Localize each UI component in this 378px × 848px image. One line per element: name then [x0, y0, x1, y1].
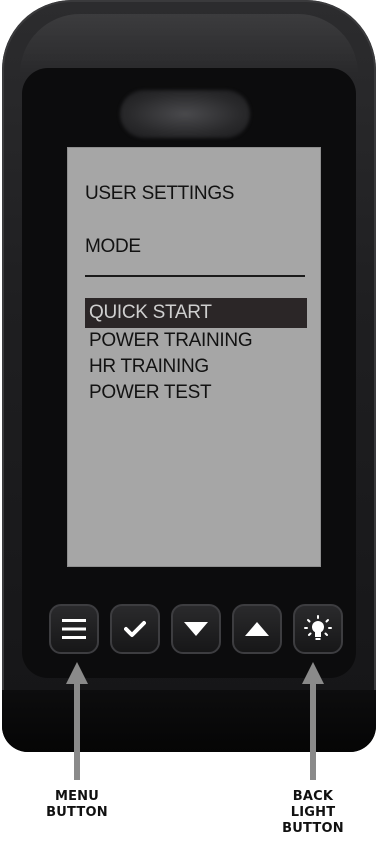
backlight-button-callout: BACK LIGHT BUTTON [276, 789, 350, 837]
mode-menu-list: QUICK START POWER TRAINING HR TRAINING P… [85, 298, 307, 406]
menu-item-power-test[interactable]: POWER TEST [85, 380, 307, 406]
triangle-up-icon [244, 621, 270, 637]
menu-button-callout: MENU BUTTON [40, 789, 114, 821]
menu-callout-line2: BUTTON [46, 805, 108, 820]
screen-divider [85, 275, 305, 277]
checkmark-icon [124, 620, 146, 638]
backlight-callout-line1: BACK [292, 789, 334, 804]
light-sensor [120, 90, 250, 138]
menu-item-power-training[interactable]: POWER TRAINING [85, 328, 307, 354]
down-button[interactable] [171, 604, 221, 654]
menu-callout-line1: MENU [54, 789, 100, 804]
screen-title: USER SETTINGS [85, 183, 235, 204]
triangle-down-icon [183, 621, 209, 637]
backlight-callout-line2: LIGHT [290, 805, 336, 820]
backlight-button[interactable] [293, 604, 343, 654]
device-top-highlight [20, 14, 358, 74]
confirm-button[interactable] [110, 604, 160, 654]
backlight-callout-arrow [302, 662, 324, 780]
menu-item-hr-training[interactable]: HR TRAINING [85, 354, 307, 380]
menu-item-quick-start[interactable]: QUICK START [85, 298, 307, 328]
hardware-button-row [49, 604, 343, 654]
backlight-callout-line3: BUTTON [282, 821, 344, 836]
menu-button[interactable] [49, 604, 99, 654]
lcd-screen: USER SETTINGS MODE QUICK START POWER TRA… [67, 147, 321, 567]
menu-callout-arrow [66, 662, 88, 780]
hamburger-icon [61, 618, 87, 640]
mode-label: MODE [85, 236, 141, 257]
up-button[interactable] [232, 604, 282, 654]
lightbulb-icon [303, 614, 333, 644]
